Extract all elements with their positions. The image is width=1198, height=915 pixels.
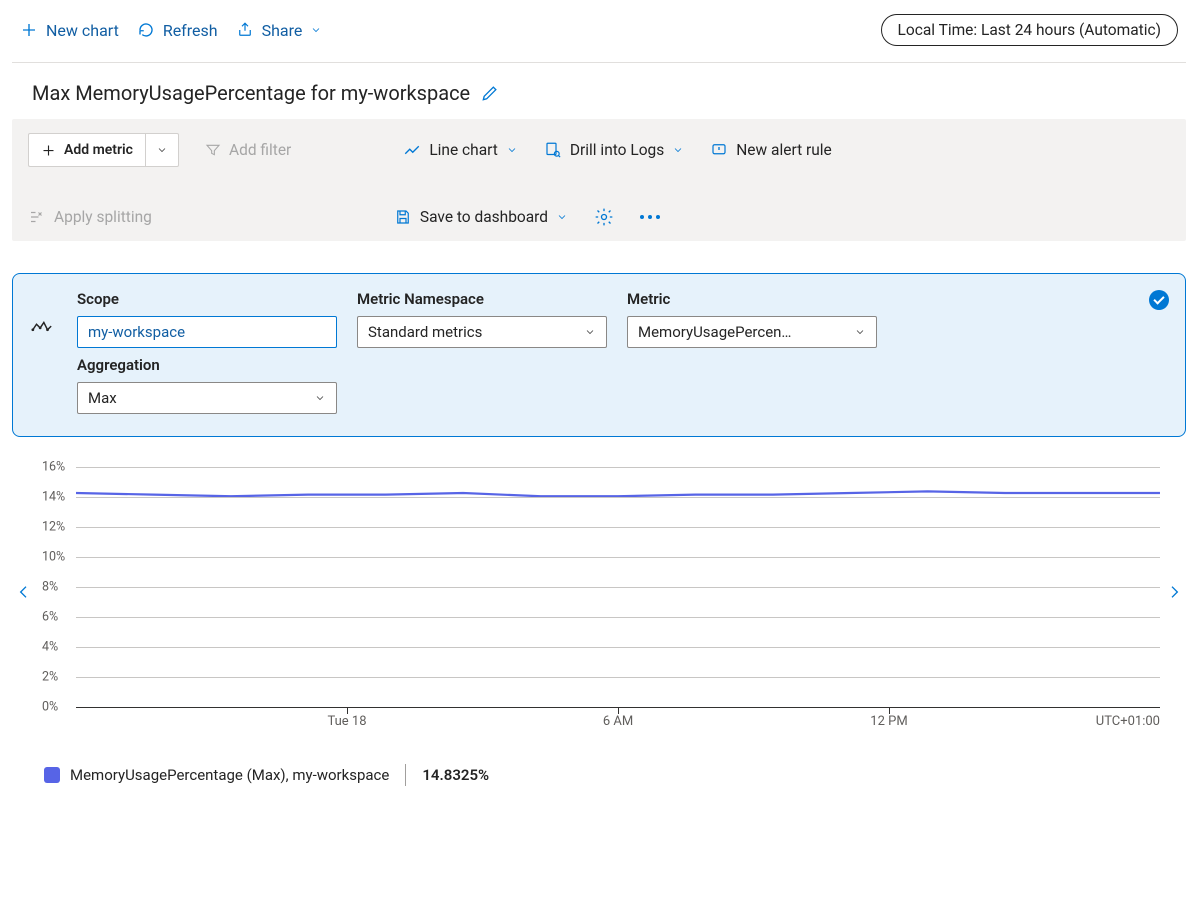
gear-icon[interactable]	[594, 207, 614, 227]
chart-plot[interactable]: 0%2%4%6%8%10%12%14%16%	[76, 467, 1160, 707]
chevron-down-icon	[506, 144, 518, 156]
share-button[interactable]: Share	[236, 21, 323, 40]
chevron-down-icon	[556, 211, 568, 223]
chart-gridline	[76, 497, 1160, 498]
save-dash-label: Save to dashboard	[420, 208, 548, 226]
save-to-dashboard-button[interactable]: Save to dashboard	[394, 208, 568, 226]
chart-gridline	[76, 587, 1160, 588]
split-icon	[28, 208, 46, 226]
next-time-button[interactable]	[1160, 572, 1188, 618]
chart-x-axis: UTC+01:00 Tue 18 6 AM 12 PM	[76, 707, 1160, 732]
chart-y-tick: 4%	[42, 640, 58, 655]
time-range-label: Local Time: Last 24 hours (Automatic)	[898, 21, 1161, 39]
new-chart-label: New chart	[46, 21, 119, 40]
chart-y-tick: 0%	[42, 700, 58, 715]
new-alert-rule-button[interactable]: New alert rule	[710, 141, 832, 159]
namespace-select[interactable]: Standard metrics	[357, 316, 607, 348]
chevron-down-icon	[314, 392, 326, 404]
metric-spark-icon	[31, 320, 53, 334]
metric-value: MemoryUsagePercen…	[638, 323, 791, 341]
chart-legend: MemoryUsagePercentage (Max), my-workspac…	[44, 764, 1176, 786]
filter-icon	[205, 142, 221, 158]
scope-label: Scope	[77, 290, 337, 308]
aggregation-value: Max	[88, 389, 117, 407]
chevron-left-icon	[16, 578, 32, 606]
aggregation-label: Aggregation	[77, 356, 337, 374]
chart-x-tick-label: 12 PM	[870, 714, 907, 729]
share-icon	[236, 21, 254, 39]
metric-config-panel: Scope Metric Namespace Metric my-workspa…	[12, 273, 1186, 437]
chart-y-tick: 14%	[42, 490, 65, 505]
add-metric-caret[interactable]	[145, 133, 179, 167]
scope-select[interactable]: my-workspace	[77, 316, 337, 348]
chart-type-label: Line chart	[429, 141, 498, 159]
config-valid-icon	[1149, 290, 1169, 310]
drill-into-logs-button[interactable]: Drill into Logs	[544, 141, 684, 159]
plus-icon	[41, 143, 56, 158]
legend-value: 14.8325%	[422, 766, 489, 784]
namespace-label: Metric Namespace	[357, 290, 607, 308]
chart-gridline	[76, 677, 1160, 678]
chart-y-tick: 8%	[42, 580, 58, 595]
chart-y-tick: 6%	[42, 610, 58, 625]
chart-series	[76, 467, 1160, 727]
add-metric-button[interactable]: Add metric	[28, 133, 179, 167]
legend-label: MemoryUsagePercentage (Max), my-workspac…	[70, 766, 389, 784]
new-chart-button[interactable]: New chart	[20, 21, 119, 40]
metric-label: Metric	[627, 290, 877, 308]
time-range-button[interactable]: Local Time: Last 24 hours (Automatic)	[881, 14, 1178, 46]
chevron-right-icon	[1166, 578, 1182, 606]
chart-x-tick-label: 6 AM	[603, 714, 633, 729]
chevron-down-icon	[584, 326, 596, 338]
chart-y-tick: 12%	[42, 520, 65, 535]
save-icon	[394, 208, 412, 226]
chart-gridline	[76, 647, 1160, 648]
chart-gridline	[76, 527, 1160, 528]
scope-value: my-workspace	[88, 323, 185, 341]
logs-icon	[544, 141, 562, 159]
metric-toolbar: Add metric Add filter Line chart Drill i…	[12, 119, 1186, 241]
refresh-button[interactable]: Refresh	[137, 21, 218, 40]
chart-title: Max MemoryUsagePercentage for my-workspa…	[32, 81, 470, 105]
top-toolbar: New chart Refresh Share Local Time: Last…	[12, 0, 1186, 63]
edit-icon[interactable]	[480, 83, 500, 103]
refresh-label: Refresh	[163, 21, 218, 40]
top-actions: New chart Refresh Share	[20, 21, 322, 40]
chart-area: 0%2%4%6%8%10%12%14%16% UTC+01:00 Tue 186…	[12, 457, 1186, 786]
refresh-icon	[137, 21, 155, 39]
apply-splitting-label: Apply splitting	[54, 208, 152, 226]
drill-logs-label: Drill into Logs	[570, 141, 664, 159]
previous-time-button[interactable]	[10, 572, 38, 618]
add-filter-label: Add filter	[229, 141, 291, 159]
chart-gridline	[76, 557, 1160, 558]
metric-select[interactable]: MemoryUsagePercen…	[627, 316, 877, 348]
chevron-down-icon	[310, 24, 322, 36]
aggregation-select[interactable]: Max	[77, 382, 337, 414]
chart-gridline	[76, 617, 1160, 618]
chevron-down-icon	[156, 144, 168, 156]
timezone-label: UTC+01:00	[1096, 714, 1160, 729]
namespace-value: Standard metrics	[368, 323, 482, 341]
chart-title-row: Max MemoryUsagePercentage for my-workspa…	[12, 63, 1186, 111]
legend-swatch	[44, 767, 60, 783]
add-filter-button: Add filter	[205, 141, 291, 159]
chart-y-tick: 10%	[42, 550, 65, 565]
add-metric-label: Add metric	[64, 142, 133, 158]
line-chart-icon	[403, 141, 421, 159]
chevron-down-icon	[672, 144, 684, 156]
chart-type-dropdown[interactable]: Line chart	[403, 141, 518, 159]
alert-label: New alert rule	[736, 141, 832, 159]
more-button[interactable]	[640, 215, 660, 219]
share-label: Share	[262, 21, 303, 40]
chart-y-tick: 2%	[42, 670, 58, 685]
alert-icon	[710, 141, 728, 159]
chart-gridline	[76, 467, 1160, 468]
chart-y-tick: 16%	[42, 460, 65, 475]
chevron-down-icon	[854, 326, 866, 338]
apply-splitting-button: Apply splitting	[28, 208, 152, 226]
plus-icon	[20, 21, 38, 39]
chart-x-tick-label: Tue 18	[327, 714, 366, 729]
